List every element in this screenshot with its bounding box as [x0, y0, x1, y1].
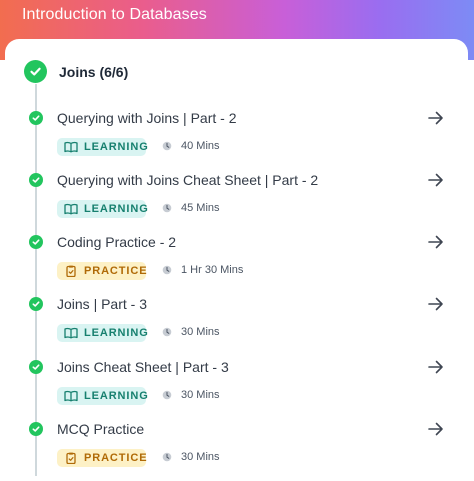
duration: 30 Mins	[162, 326, 220, 338]
arrow-right-icon[interactable]	[427, 234, 445, 250]
duration: 30 Mins	[162, 451, 220, 463]
item-title[interactable]: Joins Cheat Sheet | Part - 3	[57, 359, 229, 375]
clock-icon	[162, 265, 172, 275]
badge-label: PRACTICE	[84, 452, 148, 464]
item-title[interactable]: MCQ Practice	[57, 421, 144, 437]
clock-icon	[162, 390, 172, 400]
book-icon	[64, 327, 78, 339]
list-item[interactable]: Joins | Part - 3 LEARNING 30 Mins	[0, 296, 474, 357]
duration: 30 Mins	[162, 389, 220, 401]
arrow-right-icon[interactable]	[427, 421, 445, 437]
arrow-right-icon[interactable]	[427, 110, 445, 126]
item-title[interactable]: Joins | Part - 3	[57, 296, 147, 312]
check-icon	[29, 173, 43, 187]
list-item[interactable]: Querying with Joins | Part - 2 LEARNING …	[0, 110, 474, 171]
duration: 45 Mins	[162, 202, 220, 214]
badge-label: PRACTICE	[84, 265, 148, 277]
book-icon	[64, 203, 78, 215]
learning-badge: LEARNING	[57, 324, 149, 342]
list-item[interactable]: Querying with Joins Cheat Sheet | Part -…	[0, 172, 474, 233]
duration-text: 30 Mins	[181, 326, 220, 338]
clock-icon	[162, 327, 172, 337]
clock-icon	[162, 203, 172, 213]
item-title[interactable]: Querying with Joins Cheat Sheet | Part -…	[57, 172, 318, 188]
item-title[interactable]: Coding Practice - 2	[57, 234, 176, 250]
item-title[interactable]: Querying with Joins | Part - 2	[57, 110, 236, 126]
duration: 1 Hr 30 Mins	[162, 264, 243, 276]
duration-text: 45 Mins	[181, 202, 220, 214]
clock-icon	[162, 452, 172, 462]
learning-badge: LEARNING	[57, 138, 149, 156]
learning-badge: LEARNING	[57, 387, 149, 405]
section-title: Joins (6/6)	[59, 63, 129, 80]
arrow-right-icon[interactable]	[427, 172, 445, 188]
clock-icon	[162, 141, 172, 151]
duration-text: 30 Mins	[181, 451, 220, 463]
check-icon	[29, 360, 43, 374]
list-item[interactable]: Coding Practice - 2 PRACTICE 1 Hr 30 Min…	[0, 234, 474, 295]
duration: 40 Mins	[162, 140, 220, 152]
badge-label: LEARNING	[84, 390, 149, 402]
check-icon	[29, 422, 43, 436]
check-icon	[29, 297, 43, 311]
clipboard-icon	[66, 452, 76, 464]
duration-text: 30 Mins	[181, 389, 220, 401]
check-circle-icon	[24, 60, 47, 83]
course-title: Introduction to Databases	[22, 6, 207, 23]
check-icon	[29, 111, 43, 125]
badge-label: LEARNING	[84, 141, 149, 153]
badge-label: LEARNING	[84, 203, 149, 215]
section-header[interactable]: Joins (6/6)	[24, 60, 128, 83]
practice-badge: PRACTICE	[57, 449, 148, 467]
book-icon	[64, 141, 78, 153]
list-item[interactable]: Joins Cheat Sheet | Part - 3 LEARNING 30…	[0, 359, 474, 420]
book-icon	[64, 390, 78, 402]
practice-badge: PRACTICE	[57, 262, 148, 280]
badge-label: LEARNING	[84, 327, 149, 339]
list-item[interactable]: MCQ Practice PRACTICE 30 Mins	[0, 421, 474, 481]
duration-text: 40 Mins	[181, 140, 220, 152]
clipboard-icon	[66, 265, 76, 277]
arrow-right-icon[interactable]	[427, 296, 445, 312]
arrow-right-icon[interactable]	[427, 359, 445, 375]
check-icon	[29, 235, 43, 249]
learning-badge: LEARNING	[57, 200, 149, 218]
duration-text: 1 Hr 30 Mins	[181, 264, 244, 276]
